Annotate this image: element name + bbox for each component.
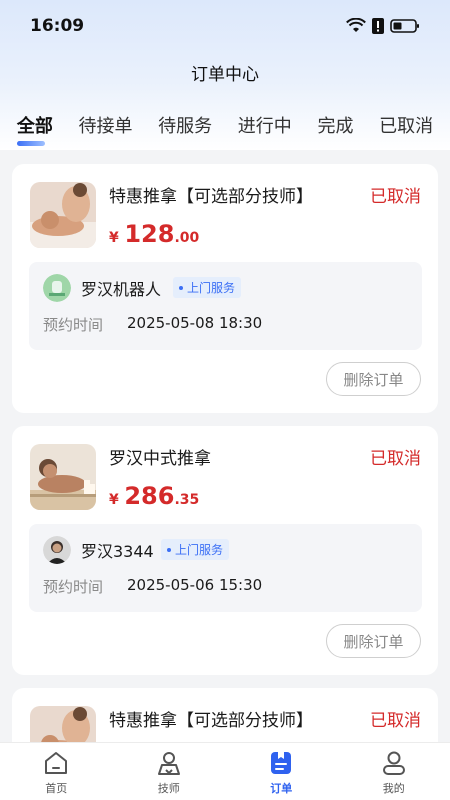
page-title: 订单中心 — [191, 64, 259, 85]
alert-icon — [372, 18, 384, 34]
order-status: 已取消 — [370, 711, 421, 731]
technician-name: 罗汉3344 — [81, 542, 154, 561]
order-price: ¥ 286.35 — [109, 482, 199, 510]
status-icons — [346, 18, 420, 34]
order-card[interactable]: 特惠推拿【可选部分技师】 已取消 — [12, 688, 438, 742]
product-thumbnail — [30, 706, 96, 742]
profile-icon — [380, 749, 408, 777]
technician-icon — [155, 749, 183, 777]
delete-order-button[interactable]: 删除订单 — [326, 624, 421, 658]
technician-avatar — [43, 274, 71, 302]
bottom-navigation: 首页 技师 订单 我的 — [0, 742, 450, 800]
tab-pending-accept[interactable]: 待接单 — [74, 106, 136, 144]
order-list[interactable]: 特惠推拿【可选部分技师】 已取消 ¥ 128.00 罗汉机器人 上门服务 预约时… — [0, 152, 450, 742]
price-currency: ¥ — [109, 492, 119, 508]
nav-orders[interactable]: 订单 — [236, 743, 326, 800]
order-status-tabs: 全部 待接单 待服务 进行中 完成 已取消 — [0, 100, 450, 150]
appointment-label: 预约时间 — [43, 316, 104, 334]
price-integer: 128 — [124, 220, 175, 248]
product-name: 特惠推拿【可选部分技师】 — [109, 187, 313, 207]
service-badge-label: 上门服务 — [187, 281, 236, 295]
technician-name: 罗汉机器人 — [81, 280, 162, 299]
nav-technician[interactable]: 技师 — [124, 743, 214, 800]
appointment-time: 2025-05-06 15:30 — [127, 576, 263, 594]
tab-cancelled[interactable]: 已取消 — [375, 106, 437, 144]
tab-completed[interactable]: 完成 — [313, 106, 357, 144]
order-status: 已取消 — [370, 187, 421, 207]
product-name: 罗汉中式推拿 — [109, 449, 211, 469]
service-badge: 上门服务 — [161, 539, 230, 560]
tab-all[interactable]: 全部 — [13, 106, 57, 146]
tab-pending-service[interactable]: 待服务 — [154, 106, 216, 144]
order-card[interactable]: 特惠推拿【可选部分技师】 已取消 ¥ 128.00 罗汉机器人 上门服务 预约时… — [12, 164, 438, 413]
service-badge-label: 上门服务 — [175, 543, 224, 557]
status-bar: 16:09 — [0, 0, 450, 52]
price-currency: ¥ — [109, 230, 119, 246]
appointment-label: 预约时间 — [43, 578, 104, 596]
order-info: 罗汉3344 上门服务 预约时间 2025-05-06 15:30 — [29, 524, 422, 612]
home-icon — [42, 749, 70, 777]
product-name: 特惠推拿【可选部分技师】 — [109, 711, 313, 731]
order-card[interactable]: 罗汉中式推拿 已取消 ¥ 286.35 罗汉3344 上门服务 预约时间 202… — [12, 426, 438, 675]
badge-dot-icon — [167, 547, 171, 552]
price-decimal: .00 — [174, 230, 200, 246]
nav-home-label: 首页 — [45, 782, 68, 795]
battery-icon — [390, 19, 419, 33]
service-badge: 上门服务 — [173, 277, 242, 298]
wifi-icon — [346, 18, 366, 32]
appointment-time: 2025-05-08 18:30 — [127, 314, 263, 332]
nav-orders-label: 订单 — [270, 782, 293, 795]
order-icon — [267, 749, 295, 777]
tab-in-progress[interactable]: 进行中 — [234, 106, 296, 144]
badge-dot-icon — [179, 285, 183, 290]
product-thumbnail — [30, 182, 96, 248]
order-status: 已取消 — [370, 449, 421, 469]
price-integer: 286 — [124, 482, 175, 510]
nav-technician-label: 技师 — [157, 782, 180, 795]
product-thumbnail — [30, 444, 96, 510]
nav-profile[interactable]: 我的 — [349, 743, 439, 800]
price-decimal: .35 — [174, 492, 200, 508]
order-price: ¥ 128.00 — [109, 220, 199, 248]
title-bar: 订单中心 — [0, 52, 450, 92]
technician-avatar — [43, 536, 71, 564]
delete-order-button[interactable]: 删除订单 — [326, 362, 421, 396]
status-time: 16:09 — [30, 16, 85, 36]
nav-home[interactable]: 首页 — [11, 743, 101, 800]
nav-profile-label: 我的 — [382, 782, 405, 795]
order-info: 罗汉机器人 上门服务 预约时间 2025-05-08 18:30 — [29, 262, 422, 350]
